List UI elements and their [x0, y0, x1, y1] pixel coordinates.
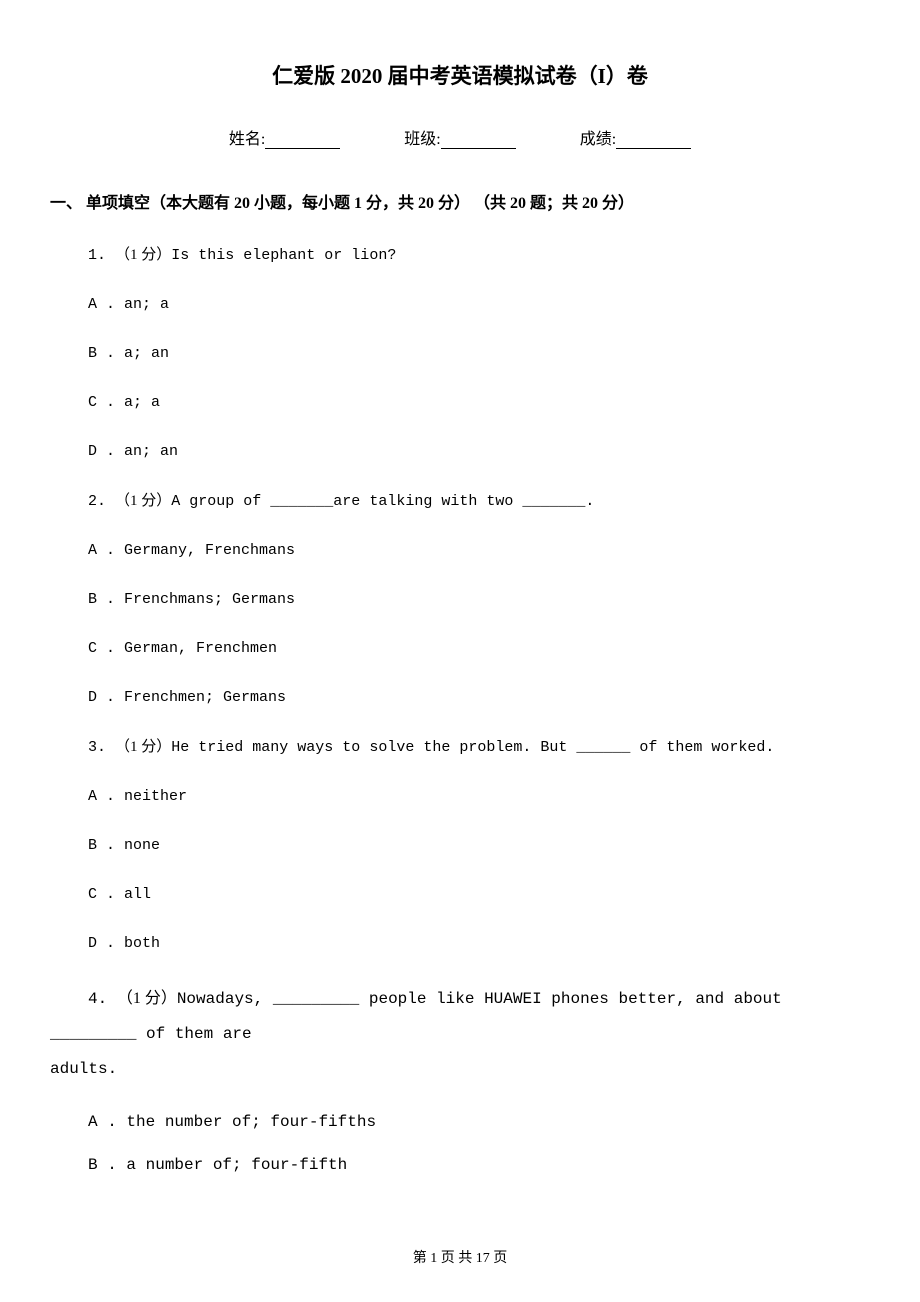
q1-option-c[interactable]: C . a; a — [88, 391, 870, 415]
q1-num: 1. — [88, 247, 115, 264]
q4-num: 4. — [88, 990, 117, 1008]
question-1-text: 1. （1 分）Is this elephant or lion? — [88, 243, 870, 268]
q2-option-a[interactable]: A . Germany, Frenchmans — [88, 539, 870, 563]
q2-num: 2. — [88, 493, 115, 510]
page-footer: 第 1 页 共 17 页 — [0, 1247, 920, 1267]
q4-option-a[interactable]: A . the number of; four-fifths — [88, 1113, 870, 1131]
q2-points: （1 分） — [115, 493, 171, 509]
q3-points: （1 分） — [115, 739, 171, 755]
q4-points: （1 分） — [117, 990, 177, 1007]
q1-body: Is this elephant or lion? — [171, 247, 396, 264]
q3-option-c[interactable]: C . all — [88, 883, 870, 907]
name-field[interactable]: 姓名: — [229, 125, 340, 149]
q3-option-a[interactable]: A . neither — [88, 785, 870, 809]
student-info-line: 姓名: 班级: 成绩: — [50, 125, 870, 149]
question-2: 2. （1 分）A group of _______are talking wi… — [88, 489, 870, 710]
question-2-text: 2. （1 分）A group of _______are talking wi… — [88, 489, 870, 514]
question-4-text: 4. （1 分）Nowadays, _________ people like … — [50, 981, 870, 1088]
q3-option-b[interactable]: B . none — [88, 834, 870, 858]
q3-option-d[interactable]: D . both — [88, 932, 870, 956]
exam-title: 仁爱版 2020 届中考英语模拟试卷（I）卷 — [50, 60, 870, 90]
question-1: 1. （1 分）Is this elephant or lion? A . an… — [88, 243, 870, 464]
q2-option-c[interactable]: C . German, Frenchmen — [88, 637, 870, 661]
score-label: 成绩: — [580, 131, 616, 148]
name-blank[interactable] — [265, 131, 340, 149]
q3-num: 3. — [88, 739, 115, 756]
class-label: 班级: — [404, 131, 440, 148]
question-4: 4. （1 分）Nowadays, _________ people like … — [50, 981, 870, 1174]
class-blank[interactable] — [441, 131, 516, 149]
score-blank[interactable] — [616, 131, 691, 149]
class-field[interactable]: 班级: — [404, 125, 515, 149]
q1-points: （1 分） — [115, 247, 171, 263]
q4-option-b[interactable]: B . a number of; four-fifth — [88, 1156, 870, 1174]
section-1-header: 一、 单项填空（本大题有 20 小题，每小题 1 分，共 20 分） （共 20… — [50, 189, 870, 213]
q1-option-b[interactable]: B . a; an — [88, 342, 870, 366]
q4-body-b: adults. — [50, 1060, 117, 1078]
score-field[interactable]: 成绩: — [580, 125, 691, 149]
q1-option-a[interactable]: A . an; a — [88, 293, 870, 317]
q2-option-d[interactable]: D . Frenchmen; Germans — [88, 686, 870, 710]
q1-option-d[interactable]: D . an; an — [88, 440, 870, 464]
q3-body: He tried many ways to solve the problem.… — [171, 739, 774, 756]
question-3-text: 3. （1 分）He tried many ways to solve the … — [88, 735, 870, 760]
q2-body: A group of _______are talking with two _… — [171, 493, 594, 510]
q2-option-b[interactable]: B . Frenchmans; Germans — [88, 588, 870, 612]
name-label: 姓名: — [229, 131, 265, 148]
question-3: 3. （1 分）He tried many ways to solve the … — [88, 735, 870, 956]
